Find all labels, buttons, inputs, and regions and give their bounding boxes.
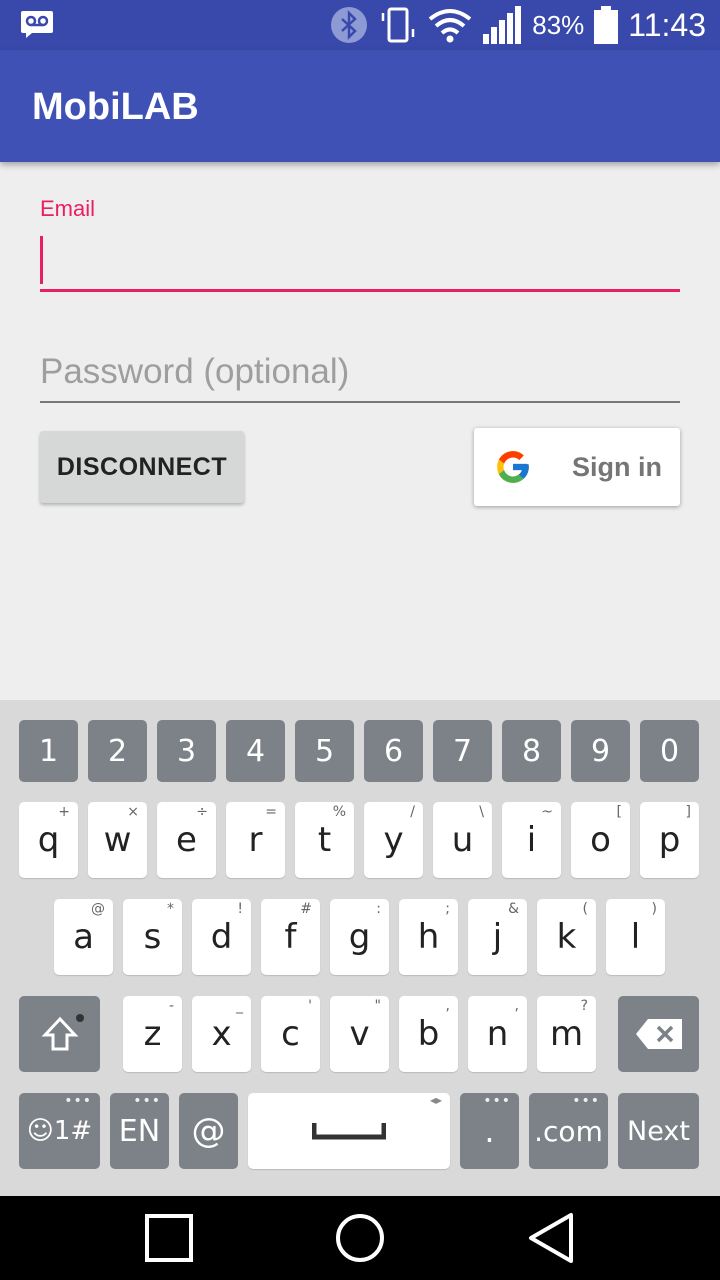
backspace-icon (635, 1019, 682, 1049)
key-p[interactable]: ] p (640, 802, 699, 878)
battery-percent: 83% (532, 9, 585, 40)
key-r[interactable]: = r (226, 802, 285, 878)
vibrate-icon (382, 7, 415, 43)
key-v[interactable]: " v (330, 996, 389, 1072)
key-o[interactable]: [o (571, 802, 630, 878)
key-h[interactable]: ; h (399, 899, 458, 975)
recents-square-icon[interactable] (145, 1214, 193, 1262)
navigation-bar (0, 1196, 720, 1280)
voicemail-icon (21, 11, 53, 38)
caps-indicator (76, 1014, 84, 1022)
key-6[interactable]: 6 (364, 720, 423, 782)
shift-key[interactable] (19, 996, 100, 1072)
key-2[interactable]: 2 (88, 720, 147, 782)
key-m[interactable]: ? m (537, 996, 596, 1072)
key-n[interactable]: ,n (468, 996, 527, 1072)
soft-keyboard: 1 2 3 4 5 6 7 8 9 0 + q × w ÷ e = r% t / y \ u ~ i[o] p @ a * s! d # f: g… (0, 700, 720, 1196)
key-d[interactable]: ! d (192, 899, 251, 975)
key-t[interactable]: % t (295, 802, 354, 878)
key-0[interactable]: 0 (640, 720, 699, 782)
language-key[interactable]: ••• EN (110, 1093, 169, 1169)
email-label: Email (40, 196, 96, 221)
key-e[interactable]: ÷ e (157, 802, 216, 878)
key-4[interactable]: 4 (226, 720, 285, 782)
clock: 11:43 (628, 6, 706, 43)
key-q[interactable]: + q (19, 802, 78, 878)
key-3[interactable]: 3 (157, 720, 216, 782)
key-5[interactable]: 5 (295, 720, 354, 782)
key-l[interactable]: ) l (606, 899, 665, 975)
next-key[interactable]: Next (618, 1093, 699, 1169)
key-9[interactable]: 9 (571, 720, 630, 782)
key-g[interactable]: :g (330, 899, 389, 975)
key-s[interactable]: * s (123, 899, 182, 975)
key-7[interactable]: 7 (433, 720, 492, 782)
password-placeholder: Password (optional) (40, 352, 350, 391)
app-bar: MobiLAB (0, 50, 720, 162)
email-field[interactable] (40, 232, 680, 292)
disconnect-button[interactable]: DISCONNECT (40, 431, 244, 503)
key-c[interactable]: ' c (261, 996, 320, 1072)
bluetooth-icon (331, 7, 368, 43)
at-key[interactable]: @ (179, 1093, 238, 1169)
key-x[interactable]: _ x (192, 996, 251, 1072)
text-cursor (40, 236, 43, 284)
shift-icon (41, 1016, 78, 1051)
google-logo-icon (497, 451, 529, 483)
key-f[interactable]: # f (261, 899, 320, 975)
key-z[interactable]: -z (123, 996, 182, 1072)
key-k[interactable]: (k (537, 899, 596, 975)
wifi-icon (429, 9, 472, 43)
google-sign-in-label: Sign in (572, 452, 662, 482)
battery-icon (594, 6, 619, 44)
symbols-key[interactable]: ••• ☺1# (19, 1093, 100, 1169)
key-i[interactable]: ~ i (502, 802, 561, 878)
google-sign-in-button[interactable]: Sign in (474, 428, 680, 506)
key-a[interactable]: @ a (54, 899, 113, 975)
password-field[interactable]: Password (optional) (40, 340, 680, 403)
period-key[interactable]: ••• . (460, 1093, 519, 1169)
key-8[interactable]: 8 (502, 720, 561, 782)
back-triangle-icon[interactable] (527, 1212, 575, 1264)
key-j[interactable]: & j (468, 899, 527, 975)
space-key[interactable]: ◂▸ (248, 1093, 450, 1169)
backspace-key[interactable] (618, 996, 699, 1072)
key-u[interactable]: \ u (433, 802, 492, 878)
key-b[interactable]: ,b (399, 996, 458, 1072)
home-circle-icon[interactable] (335, 1213, 385, 1263)
space-bar-icon (312, 1123, 386, 1140)
app-title: MobiLAB (32, 86, 199, 128)
key-y[interactable]: / y (364, 802, 423, 878)
dotcom-key[interactable]: ••• .com (529, 1093, 608, 1169)
status-bar: 83% 11:43 (0, 0, 720, 50)
key-w[interactable]: × w (88, 802, 147, 878)
key-1[interactable]: 1 (19, 720, 78, 782)
signal-icon (483, 6, 522, 44)
